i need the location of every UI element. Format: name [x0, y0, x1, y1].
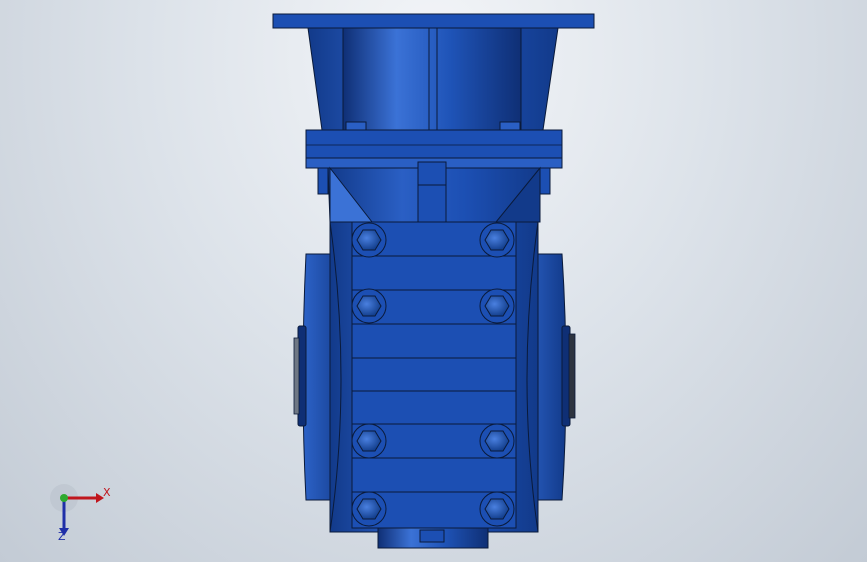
gearbox-body — [329, 221, 539, 533]
transition-housing — [327, 161, 541, 223]
bolt — [351, 288, 387, 324]
output-boss — [377, 527, 489, 549]
3d-viewport[interactable]: X Z — [0, 0, 867, 562]
x-axis-label: X — [103, 486, 111, 499]
top-flange — [272, 13, 595, 132]
gear-reducer-model[interactable] — [0, 0, 867, 562]
bolt — [479, 288, 515, 324]
bolt — [351, 222, 387, 258]
bolt — [351, 423, 387, 459]
z-axis-label: Z — [58, 530, 66, 543]
bolt — [351, 491, 387, 527]
bolt — [479, 423, 515, 459]
bolt — [479, 222, 515, 258]
bolt — [479, 491, 515, 527]
